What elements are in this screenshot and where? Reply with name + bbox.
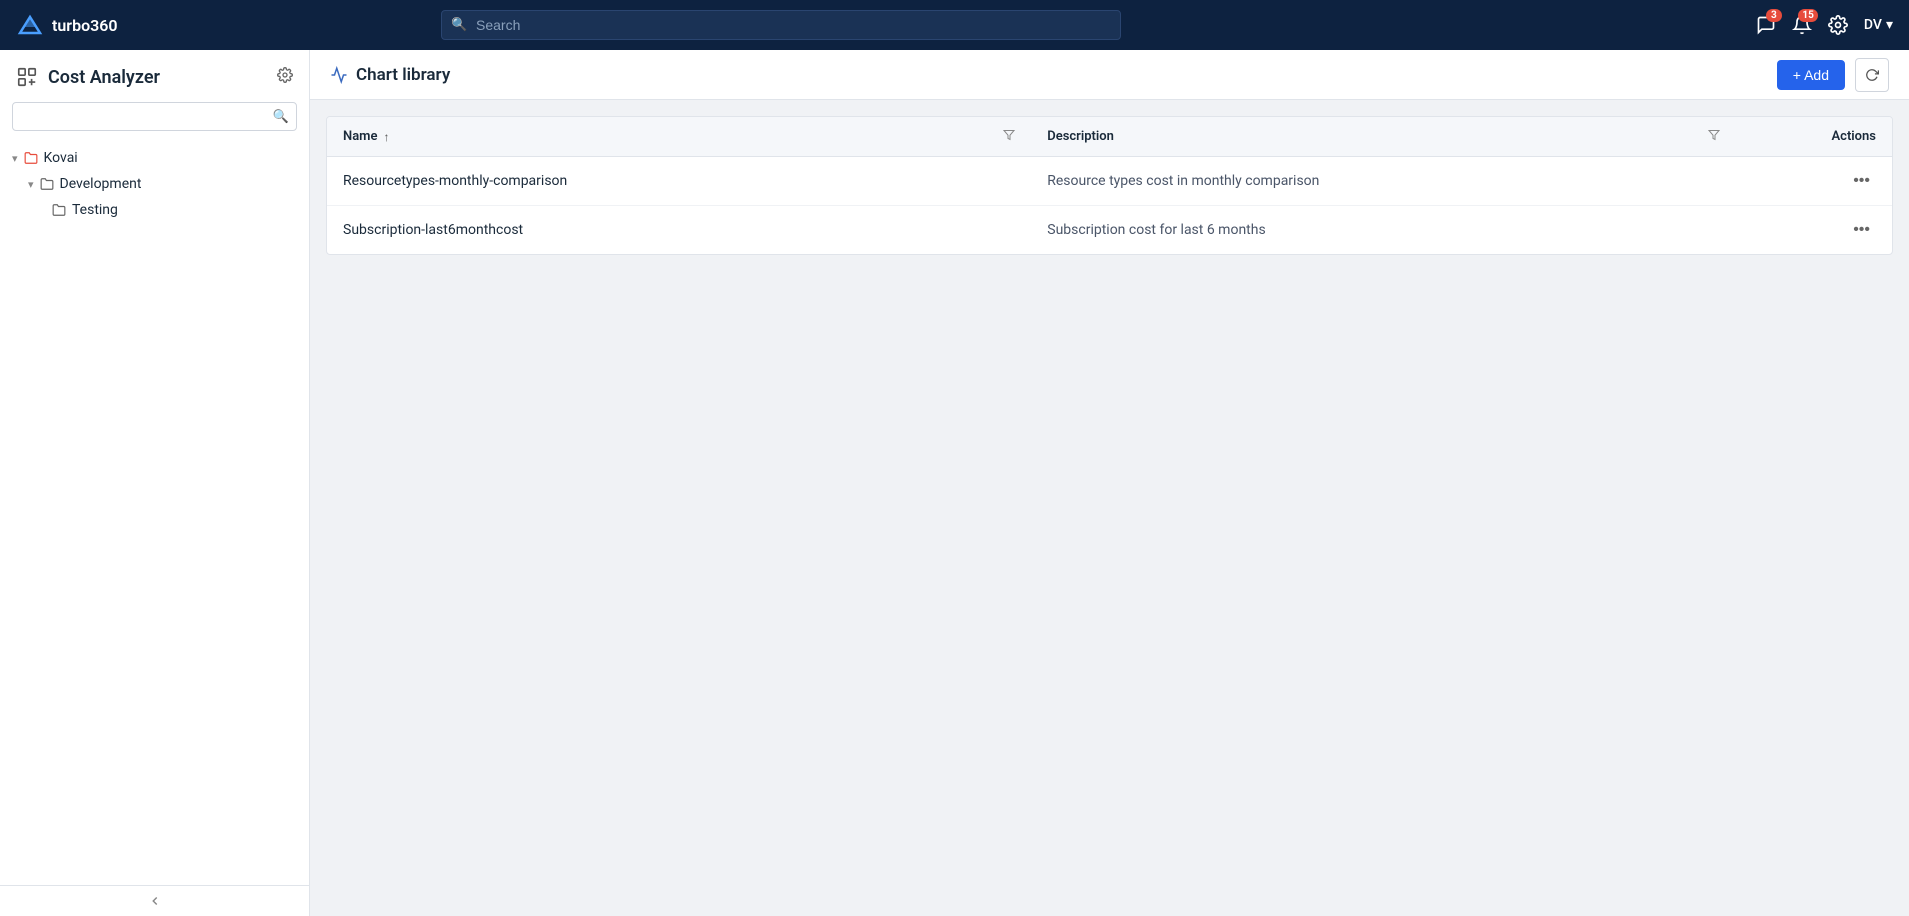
table-area: Name ↑ [310, 100, 1909, 916]
cell-name-0[interactable]: Resourcetypes-monthly-comparison [327, 157, 1031, 206]
row-actions-button-0[interactable]: ••• [1847, 170, 1876, 192]
sidebar-gear-icon [277, 67, 293, 83]
global-search-container: 🔍 [441, 10, 1121, 40]
sidebar-search-input[interactable] [12, 102, 297, 131]
cell-description-0: Resource types cost in monthly compariso… [1031, 157, 1735, 206]
sidebar-item-development[interactable]: ▾ Development [0, 171, 309, 197]
column-header-name: Name ↑ [327, 117, 1031, 157]
sidebar-settings-button[interactable] [277, 67, 293, 87]
global-search-input[interactable] [441, 10, 1121, 40]
table-row: Subscription-last6monthcostSubscription … [327, 206, 1892, 255]
cell-description-1: Subscription cost for last 6 months [1031, 206, 1735, 255]
table-header-row: Name ↑ [327, 117, 1892, 157]
sidebar-search-icon: 🔍 [273, 109, 289, 124]
column-name-label: Name [343, 129, 377, 144]
folder-icon [40, 177, 54, 191]
search-icon: 🔍 [451, 18, 467, 33]
column-header-description: Description [1031, 117, 1735, 157]
top-navigation: turbo360 🔍 3 15 DV [0, 0, 1909, 50]
app-layout: Cost Analyzer 🔍 ▾ Kovai [0, 50, 1909, 916]
settings-button[interactable] [1828, 15, 1848, 35]
sidebar-item-development-label: Development [60, 176, 142, 192]
sidebar-item-kovai-label: Kovai [44, 150, 78, 166]
add-button[interactable]: + Add [1777, 60, 1845, 90]
column-description-label: Description [1047, 129, 1114, 144]
app-name: turbo360 [52, 16, 118, 35]
header-actions: + Add [1777, 58, 1889, 92]
page-title: Chart library [356, 65, 450, 85]
topnav-actions: 3 15 DV ▾ [1756, 15, 1893, 35]
column-actions-label: Actions [1831, 129, 1876, 144]
cell-actions-1: ••• [1736, 206, 1893, 255]
main-content: Chart library + Add [310, 50, 1909, 916]
user-initials: DV [1864, 17, 1882, 33]
sidebar-title-container: Cost Analyzer [16, 66, 160, 88]
sidebar-item-kovai[interactable]: ▾ Kovai [0, 145, 309, 171]
messages-badge: 3 [1766, 9, 1782, 22]
sidebar-title-text: Cost Analyzer [48, 67, 160, 88]
logo-icon [16, 11, 44, 39]
app-logo[interactable]: turbo360 [16, 11, 118, 39]
sidebar-header: Cost Analyzer [0, 50, 309, 98]
sidebar-search-container: 🔍 [0, 98, 309, 141]
chevron-left-icon [148, 894, 162, 908]
chevron-down-icon: ▾ [28, 178, 34, 191]
user-menu-button[interactable]: DV ▾ [1864, 17, 1893, 33]
sort-icon[interactable]: ↑ [383, 130, 389, 144]
sidebar-item-testing[interactable]: Testing [0, 197, 309, 223]
row-actions-button-1[interactable]: ••• [1847, 219, 1876, 241]
chevron-down-icon: ▾ [12, 152, 18, 165]
refresh-button[interactable] [1855, 58, 1889, 92]
desc-filter-icon[interactable] [1708, 129, 1720, 144]
cell-name-1[interactable]: Subscription-last6monthcost [327, 206, 1031, 255]
folder-icon [24, 151, 38, 165]
sidebar-tree: ▾ Kovai ▾ Development Testing [0, 141, 309, 885]
page-title-container: Chart library [330, 65, 450, 85]
chart-library-icon [330, 66, 348, 84]
sidebar-collapse-button[interactable] [0, 885, 309, 916]
folder-icon [52, 203, 66, 217]
sidebar: Cost Analyzer 🔍 ▾ Kovai [0, 50, 310, 916]
cost-analyzer-icon [16, 66, 38, 88]
sidebar-item-testing-label: Testing [72, 202, 118, 218]
cell-actions-0: ••• [1736, 157, 1893, 206]
refresh-icon [1865, 68, 1879, 82]
main-header: Chart library + Add [310, 50, 1909, 100]
table-body: Resourcetypes-monthly-comparisonResource… [327, 157, 1892, 255]
notifications-button[interactable]: 15 [1792, 15, 1812, 35]
user-chevron-icon: ▾ [1886, 17, 1893, 33]
messages-button[interactable]: 3 [1756, 15, 1776, 35]
gear-icon [1828, 15, 1848, 35]
data-table: Name ↑ [327, 117, 1892, 254]
chart-library-table: Name ↑ [326, 116, 1893, 255]
table-row: Resourcetypes-monthly-comparisonResource… [327, 157, 1892, 206]
column-header-actions: Actions [1736, 117, 1893, 157]
name-filter-icon[interactable] [1003, 129, 1015, 144]
notifications-badge: 15 [1798, 9, 1817, 22]
